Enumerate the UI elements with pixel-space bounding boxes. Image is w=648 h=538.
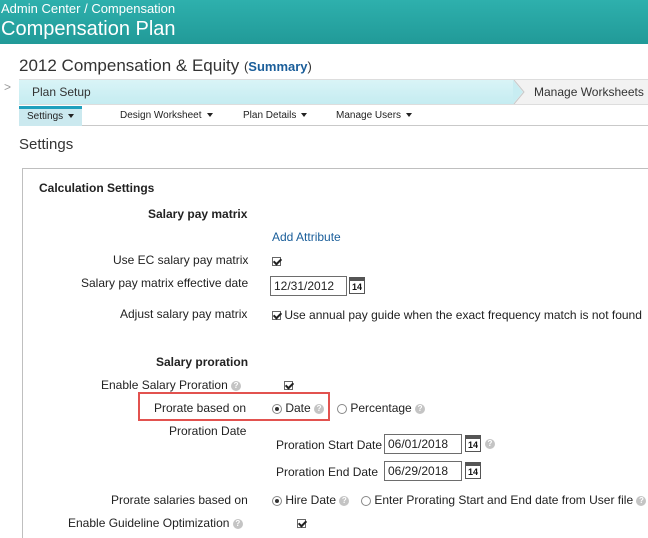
effective-date-label: Salary pay matrix effective date	[81, 276, 249, 290]
salary-proration-heading: Salary proration	[156, 355, 249, 369]
app-header: Admin Center / Compensation Compensation…	[0, 0, 648, 44]
salary-pay-matrix-heading: Salary pay matrix	[148, 207, 248, 221]
proration-end-date-input[interactable]: 06/29/2018	[384, 461, 462, 481]
use-ec-salary-pay-matrix-checkbox[interactable]	[272, 257, 281, 267]
calendar-icon[interactable]: 14	[465, 435, 481, 452]
help-icon[interactable]: ?	[314, 403, 325, 414]
enable-guideline-optimization-label: Enable Guideline Optimization ?	[68, 516, 243, 530]
help-icon[interactable]: ?	[636, 495, 647, 506]
proration-date-label: Proration Date	[169, 424, 247, 438]
date-option-label: Date	[285, 401, 311, 415]
calendar-icon[interactable]: 14	[349, 277, 365, 294]
sidebar-expand-icon[interactable]: >	[4, 80, 11, 94]
summary-link[interactable]: Summary	[248, 59, 307, 74]
hire-date-label: Hire Date	[285, 493, 337, 507]
help-icon[interactable]: ?	[339, 495, 350, 506]
settings-heading: Settings	[19, 136, 74, 153]
option-enter-dates[interactable]: Enter Prorating Start and End date from …	[361, 493, 647, 507]
help-icon[interactable]: ?	[485, 439, 495, 449]
adjust-option-label: Use annual pay guide when the exact freq…	[284, 308, 642, 322]
tab-arrow-icon	[513, 80, 525, 104]
enter-dates-label: Enter Prorating Start and End date from …	[374, 493, 634, 507]
chevron-down-icon	[68, 114, 75, 119]
help-icon[interactable]: ?	[415, 403, 426, 414]
date-radio[interactable]	[272, 403, 282, 414]
enable-salary-proration-checkbox[interactable]	[284, 381, 294, 391]
subnav-settings[interactable]: Settings	[19, 106, 83, 126]
help-icon[interactable]: ?	[231, 380, 242, 391]
adjust-option: Use annual pay guide when the exact freq…	[272, 308, 642, 322]
adjust-salary-pay-matrix-checkbox[interactable]	[272, 311, 281, 321]
adjust-salary-pay-matrix-label: Adjust salary pay matrix	[120, 307, 248, 321]
proration-start-date-input[interactable]: 06/01/2018	[384, 434, 462, 454]
plan-name: 2012 Compensation & Equity	[19, 56, 240, 75]
prorate-salaries-based-on-label: Prorate salaries based on	[111, 493, 248, 507]
hire-date-radio[interactable]	[272, 495, 282, 506]
subnav-plan-details[interactable]: Plan Details	[243, 106, 308, 126]
summary-wrapper: (Summary)	[243, 59, 312, 74]
calendar-icon[interactable]: 14	[465, 462, 481, 479]
effective-date-input[interactable]: 12/31/2012	[270, 276, 347, 296]
sub-navigation: Settings Design Worksheet Plan Details M…	[19, 106, 648, 126]
enable-guideline-optimization-checkbox[interactable]	[296, 519, 306, 529]
proration-start-date-label: Proration Start Date	[276, 438, 383, 452]
percentage-radio[interactable]	[337, 403, 347, 414]
tab-manage-worksheets[interactable]: Manage Worksheets	[534, 80, 644, 104]
page-title: Compensation Plan	[1, 18, 176, 40]
subnav-manage-users[interactable]: Manage Users	[336, 106, 413, 126]
add-attribute-link[interactable]: Add Attribute	[272, 230, 341, 244]
enable-salary-proration-label: Enable Salary Proration ?	[101, 378, 242, 392]
option-percentage[interactable]: Percentage ?	[337, 401, 426, 415]
chevron-down-icon	[406, 113, 413, 118]
proration-end-date-label: Proration End Date	[276, 465, 379, 479]
use-ec-salary-pay-matrix-label: Use EC salary pay matrix	[113, 253, 249, 267]
help-icon[interactable]: ?	[232, 518, 243, 529]
chevron-down-icon	[206, 113, 213, 118]
tab-bar: Plan Setup Manage Worksheets	[19, 79, 648, 105]
percentage-option-label: Percentage	[350, 401, 412, 415]
option-date[interactable]: Date ?	[272, 401, 325, 415]
chevron-down-icon	[301, 113, 308, 118]
prorate-based-on-label: Prorate based on	[154, 401, 247, 415]
option-hire-date[interactable]: Hire Date ?	[272, 493, 350, 507]
subnav-design-worksheet[interactable]: Design Worksheet	[120, 106, 213, 126]
calculation-settings-heading: Calculation Settings	[39, 181, 155, 195]
breadcrumb[interactable]: Admin Center / Compensation	[1, 1, 175, 16]
calculation-settings-panel: Calculation Settings Salary pay matrix A…	[22, 168, 648, 538]
enter-dates-radio[interactable]	[361, 495, 371, 506]
tab-plan-setup[interactable]: Plan Setup	[19, 80, 514, 104]
plan-title: 2012 Compensation & Equity (Summary)	[19, 56, 312, 76]
